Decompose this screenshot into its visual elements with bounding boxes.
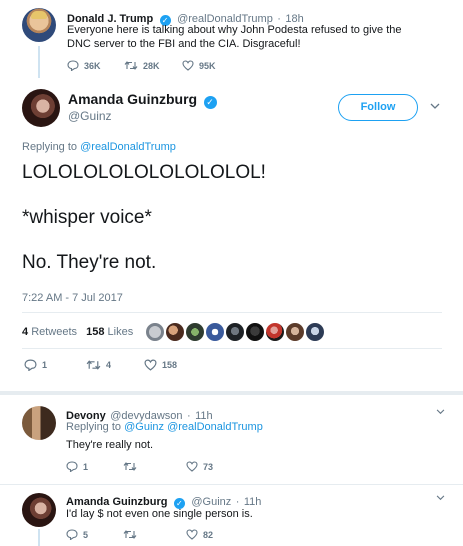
divider (22, 348, 442, 349)
tweet-text: They're really not. (66, 439, 154, 451)
avatar[interactable] (306, 323, 324, 341)
heart-icon (144, 359, 157, 371)
retweets-stat[interactable]: 4 Retweets (22, 326, 80, 338)
reply-button[interactable]: 36K (67, 60, 124, 71)
avatar[interactable] (186, 323, 204, 341)
heart-icon (182, 60, 194, 71)
author-name[interactable]: Amanda Guinzburg (68, 91, 197, 107)
divider (0, 484, 463, 485)
divider (0, 391, 463, 395)
reply-button[interactable]: 5 (66, 529, 123, 540)
retweet-count: 28K (143, 60, 160, 71)
tweet-text: LOLOLOLOLOLOLOLOLOL! *whisper voice* No.… (22, 161, 266, 275)
liker-avatars (146, 323, 324, 341)
avatar[interactable] (266, 323, 284, 341)
reply-button[interactable]: 1 (66, 461, 123, 472)
avatar[interactable] (206, 323, 224, 341)
retweet-icon (86, 360, 101, 370)
heart-icon (186, 529, 198, 540)
retweet-icon (123, 530, 137, 539)
retweet-icon (123, 462, 137, 471)
like-button[interactable]: 73 (186, 461, 213, 472)
thread-line (38, 46, 40, 78)
reply-count: 36K (84, 60, 101, 71)
replying-to-label: Replying to (22, 141, 78, 153)
likes-stat-label: Likes (107, 326, 134, 338)
replying-to-label: Replying to (66, 421, 122, 433)
chevron-down-icon[interactable] (436, 495, 445, 501)
reply-count: 1 (42, 360, 48, 370)
tweet-line: No. They're not. (22, 252, 157, 273)
chevron-down-icon[interactable] (430, 103, 440, 110)
tweet-line: LOLOLOLOLOLOLOLOLOL! (22, 162, 266, 183)
verified-badge-icon: ✓ (203, 96, 217, 109)
like-count: 95K (199, 60, 216, 71)
tweet-text: I'd lay $ not even one single person is. (66, 508, 253, 520)
reply-icon (66, 529, 78, 540)
tweet-actions: 5 82 (66, 529, 213, 540)
tweet-text: Everyone here is talking about why John … (67, 24, 402, 50)
like-count: 158 (162, 360, 178, 370)
thread-line (38, 529, 40, 546)
reply-button[interactable]: 1 (24, 359, 86, 371)
avatar[interactable] (166, 323, 184, 341)
avatar[interactable] (246, 323, 264, 341)
divider (22, 312, 442, 313)
retweet-button[interactable]: 28K (124, 60, 182, 71)
retweet-button[interactable]: 4 (86, 359, 144, 371)
replying-to-link[interactable]: @realDonaldTrump (80, 141, 176, 153)
retweets-stat-count: 4 (22, 326, 29, 338)
follow-button[interactable]: Follow (338, 94, 418, 121)
likes-stat[interactable]: 158 Likes (86, 326, 133, 338)
heart-icon (186, 461, 198, 472)
reply-icon (66, 461, 78, 472)
like-button[interactable]: 158 (144, 359, 177, 371)
like-count: 73 (203, 461, 214, 472)
reply-icon (24, 359, 37, 371)
tweet-actions: 1 4 158 (24, 359, 177, 371)
tweet-line: *whisper voice* (22, 207, 152, 228)
avatar[interactable] (22, 493, 56, 527)
engagement-stats: 4 Retweets 158 Likes (22, 326, 133, 338)
retweets-stat-label: Retweets (31, 326, 78, 338)
retweet-button[interactable] (123, 461, 186, 472)
avatar[interactable] (226, 323, 244, 341)
replying-to-link[interactable]: @Guinz (124, 421, 164, 433)
tweet-actions: 1 73 (66, 461, 213, 472)
author-handle[interactable]: @Guinz (68, 109, 112, 123)
tweet-actions: 36K 28K 95K (67, 60, 216, 71)
like-count: 82 (203, 529, 214, 540)
reply-icon (67, 60, 79, 71)
reply-count: 1 (83, 461, 89, 472)
retweet-count: 4 (106, 360, 112, 370)
like-button[interactable]: 95K (182, 60, 216, 71)
tweet-timestamp[interactable]: 7:22 AM - 7 Jul 2017 (22, 292, 123, 304)
reply-count: 5 (83, 529, 89, 540)
chevron-down-icon[interactable] (436, 409, 445, 415)
like-button[interactable]: 82 (186, 529, 213, 540)
retweet-button[interactable] (123, 529, 186, 540)
replying-to-link[interactable]: @realDonaldTrump (167, 421, 263, 433)
avatar[interactable] (286, 323, 304, 341)
avatar[interactable] (22, 406, 56, 440)
likes-stat-count: 158 (86, 326, 105, 338)
avatar[interactable] (146, 323, 164, 341)
retweet-icon (124, 61, 138, 70)
follow-label: Follow (360, 101, 396, 113)
avatar[interactable] (22, 8, 56, 42)
avatar[interactable] (22, 89, 60, 127)
